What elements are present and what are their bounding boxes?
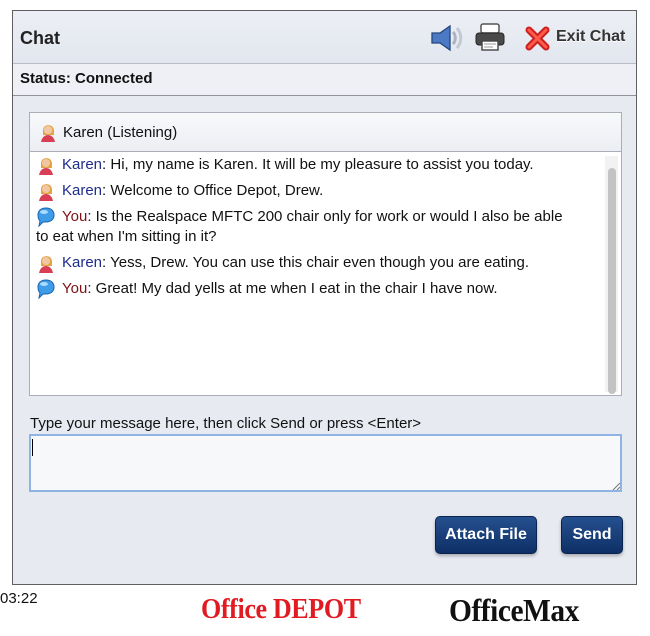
message-text: : Is the Realspace MFTC 200 chair only f…	[87, 208, 563, 225]
agent-avatar-icon	[39, 256, 53, 273]
chat-message: Karen: Welcome to Office Depot, Drew.	[36, 181, 601, 201]
message-prompt-label: Type your message here, then click Send …	[30, 415, 422, 432]
agent-avatar-icon	[41, 125, 55, 142]
message-sender: You	[62, 208, 88, 225]
message-text-continuation: to eat when I'm sitting in it?	[36, 228, 217, 245]
chat-message: Karen: Yess, Drew. You can use this chai…	[36, 253, 601, 273]
agent-avatar-icon	[39, 184, 53, 201]
close-icon	[525, 26, 550, 51]
message-list: Karen: Hi, my name is Karen. It will be …	[36, 155, 601, 305]
office-depot-logo: Office DEPOT	[201, 594, 361, 625]
printer-icon[interactable]	[473, 23, 507, 53]
printer-icon-graphic	[475, 23, 505, 51]
agent-avatar-icon	[39, 158, 53, 175]
message-text: : Great! My dad yells at me when I eat i…	[87, 280, 498, 297]
connection-status: Status: Connected	[20, 70, 153, 87]
message-text: : Yess, Drew. You can use this chair eve…	[102, 254, 529, 271]
chat-message: You: Great! My dad yells at me when I ea…	[36, 279, 601, 299]
message-text: : Hi, my name is Karen. It will be my pl…	[102, 156, 534, 173]
speech-bubble-icon	[37, 207, 55, 227]
message-sender: You	[62, 280, 88, 297]
chat-window: Chat Exit Chat Status: Connected Karen (…	[12, 10, 637, 585]
chat-title: Chat	[20, 28, 60, 48]
speech-bubble-icon	[37, 279, 55, 299]
brand-logos: Office DEPOT OfficeMax	[198, 590, 646, 628]
chat-page: Chat Exit Chat Status: Connected Karen (…	[0, 0, 650, 636]
transcript-scrollbar[interactable]	[605, 156, 618, 394]
officemax-logo: OfficeMax	[449, 592, 579, 628]
message-sender: Karen	[62, 182, 103, 199]
attach-file-button[interactable]: Attach File	[435, 516, 537, 554]
message-sender: Karen	[62, 254, 103, 271]
message-input[interactable]	[29, 434, 622, 492]
exit-chat-button[interactable]: Exit Chat	[523, 25, 625, 55]
agent-header: Karen (Listening)	[29, 112, 622, 152]
chat-message: Karen: Hi, my name is Karen. It will be …	[36, 155, 601, 175]
chat-transcript[interactable]: Karen: Hi, my name is Karen. It will be …	[29, 152, 622, 396]
send-button[interactable]: Send	[561, 516, 623, 554]
agent-status-label: Karen (Listening)	[63, 124, 178, 141]
chat-timestamp: 03:22	[0, 590, 38, 607]
chat-message: You: Is the Realspace MFTC 200 chair onl…	[36, 207, 601, 247]
exit-chat-label: Exit Chat	[556, 28, 626, 45]
speaker-icon-graphic	[431, 24, 463, 52]
speaker-icon[interactable]	[429, 23, 463, 53]
scrollbar-thumb[interactable]	[608, 168, 616, 394]
status-bar: Status: Connected	[13, 64, 636, 96]
message-text: : Welcome to Office Depot, Drew.	[102, 182, 324, 199]
message-sender: Karen	[62, 156, 103, 173]
chat-titlebar: Chat Exit Chat	[13, 11, 636, 64]
